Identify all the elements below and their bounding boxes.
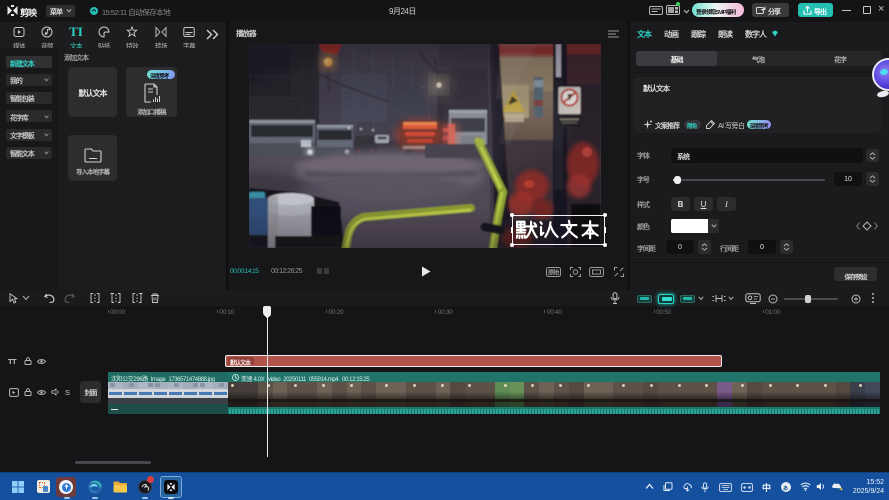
svg-text:原始: 原始 bbox=[548, 269, 559, 277]
